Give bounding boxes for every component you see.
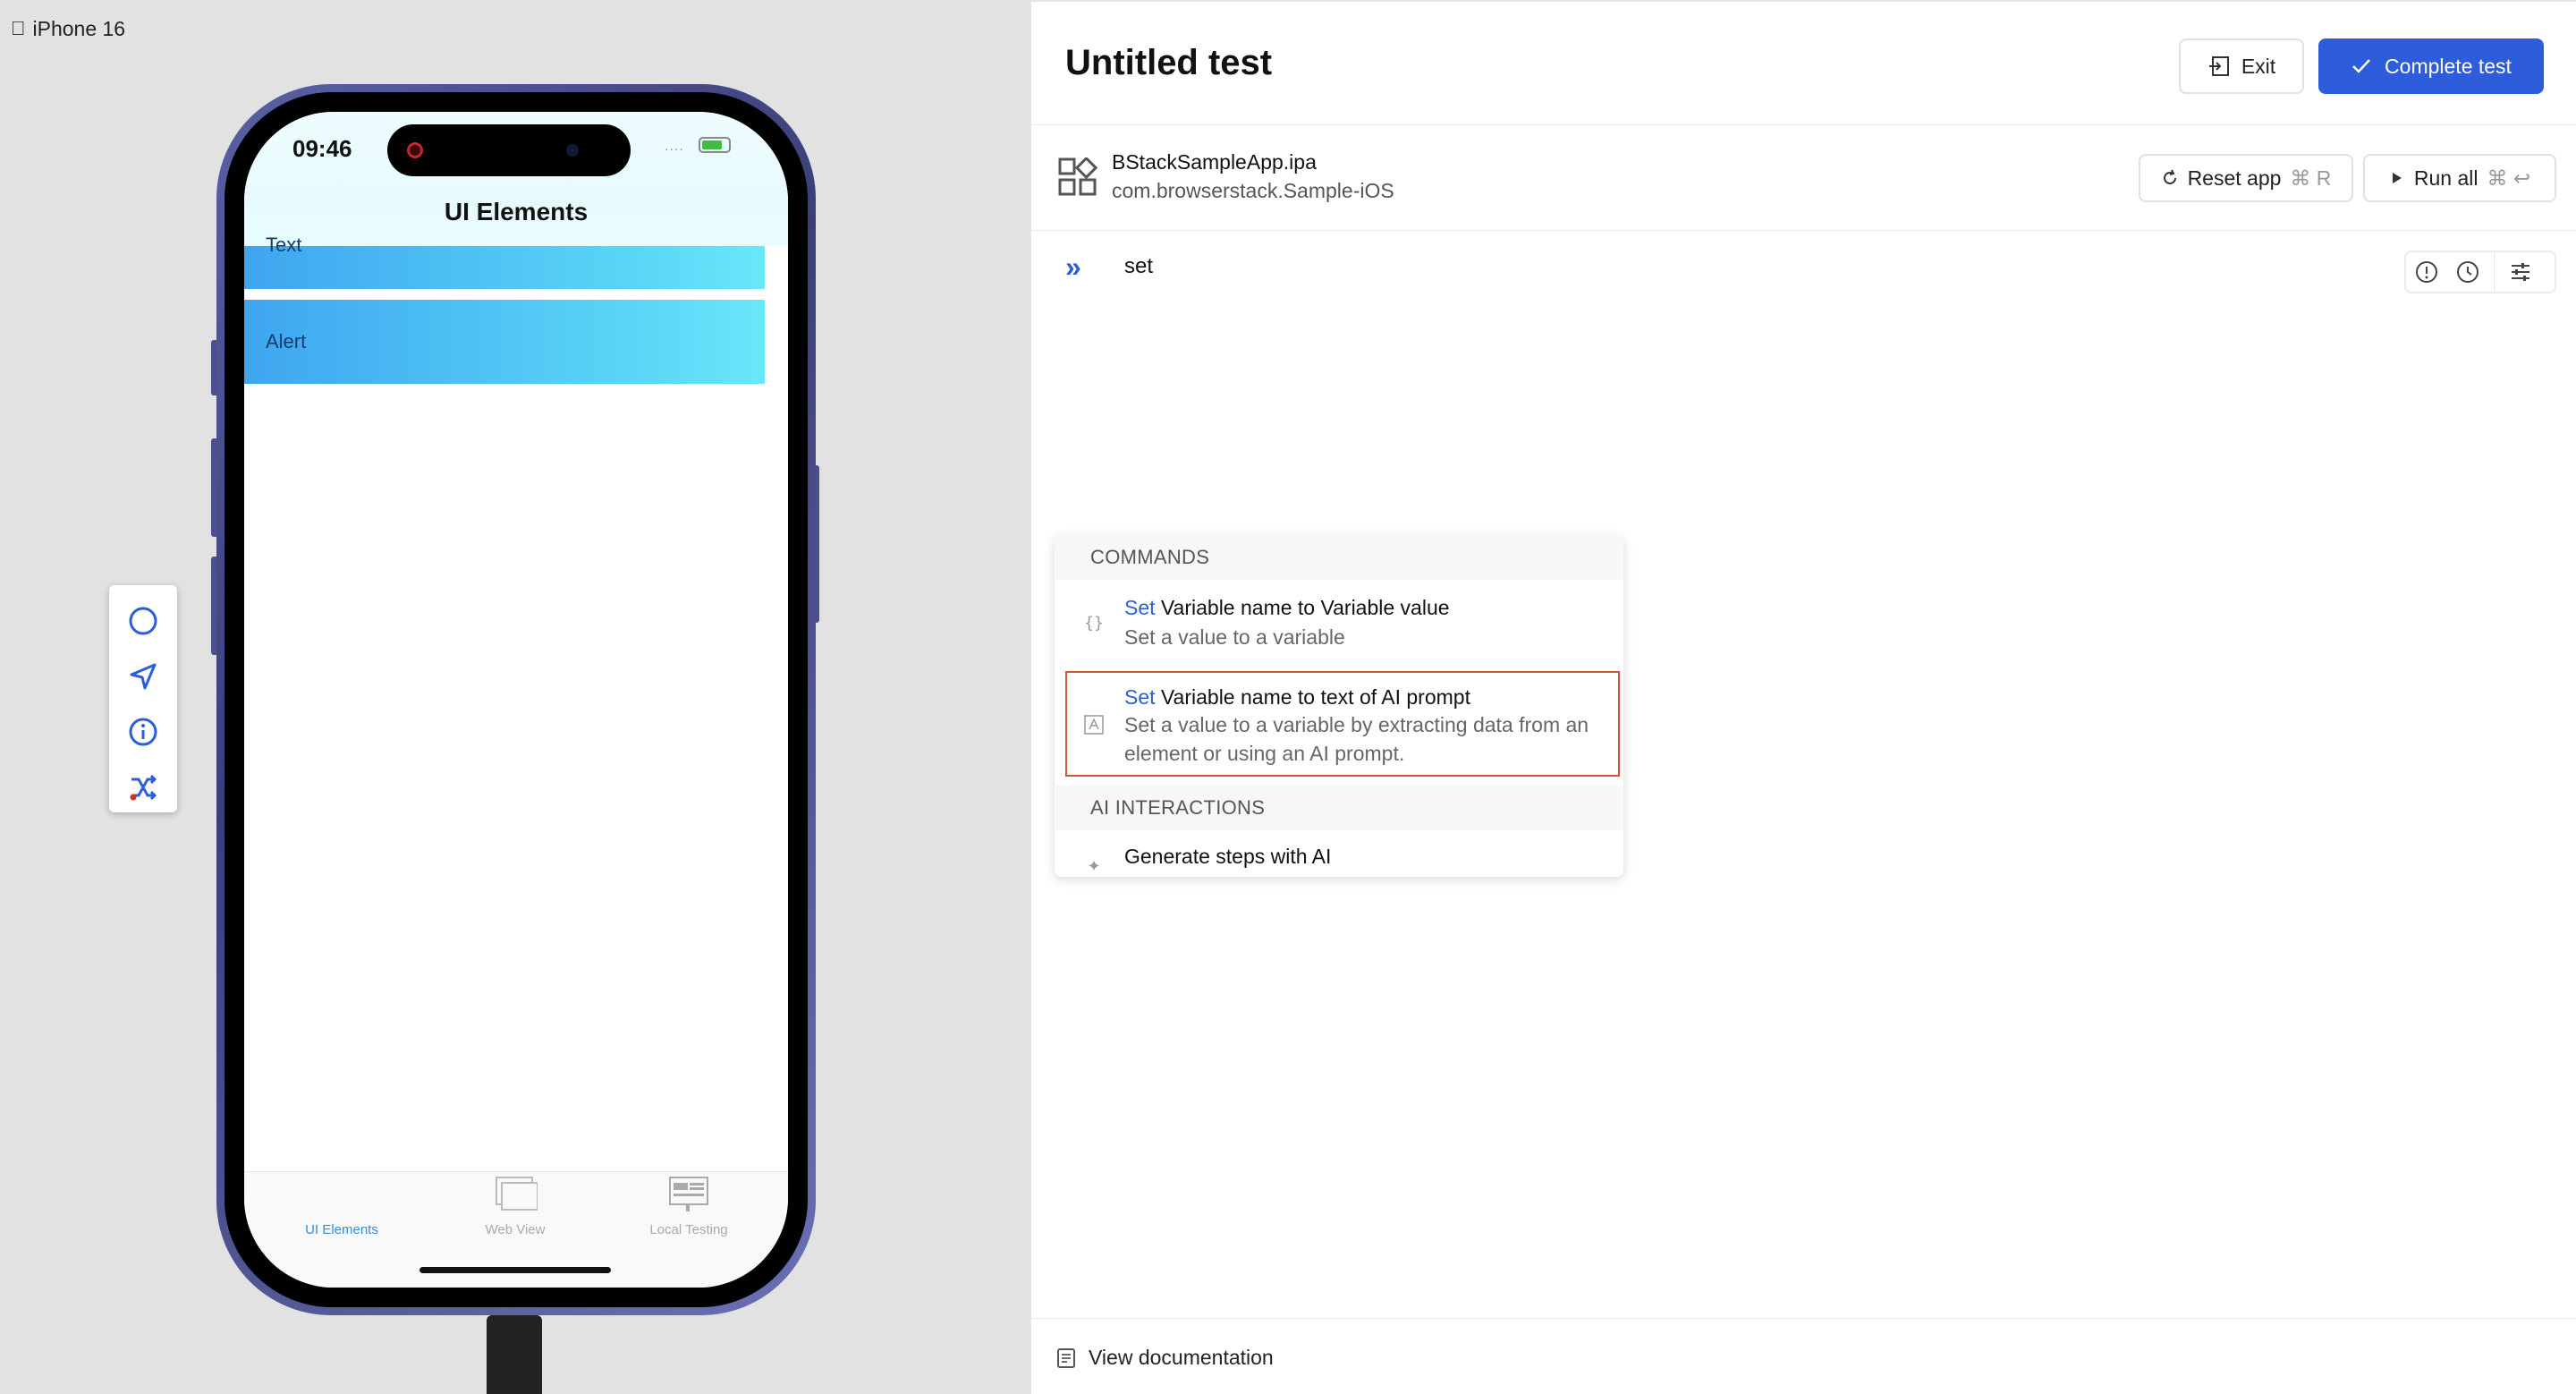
status-time: 09:46 xyxy=(292,135,352,162)
usb-cable xyxy=(487,1315,542,1394)
send-icon xyxy=(130,663,157,690)
nav-title: UI Elements xyxy=(444,198,589,225)
exit-label: Exit xyxy=(2241,54,2276,78)
exit-button[interactable]: Exit xyxy=(2179,38,2304,94)
shuffle-button[interactable] xyxy=(125,769,161,805)
device-info-button[interactable] xyxy=(125,714,161,750)
refresh-icon xyxy=(2163,169,2176,184)
apple-icon:  xyxy=(11,17,26,40)
double-chevron-right-icon: » xyxy=(1065,251,1081,283)
command-set-variable-ai-prompt[interactable]: Set Variable name to text of AI prompt S… xyxy=(1065,671,1620,777)
command-dropdown: COMMANDS {} Set Variable name to Variabl… xyxy=(1055,535,1623,877)
home-button[interactable] xyxy=(125,603,161,639)
command-title-text: Variable name to text of AI prompt xyxy=(1160,685,1470,709)
command-title: Set Variable name to text of AI prompt xyxy=(1124,685,1470,710)
step-alert-button[interactable] xyxy=(2406,252,2447,292)
command-generate-steps-ai[interactable]: ✦ Generate steps with AI xyxy=(1055,830,1623,877)
tab-local-testing[interactable]: Local Testing xyxy=(602,1172,775,1288)
step-settings-button[interactable] xyxy=(2500,252,2541,292)
play-icon xyxy=(2392,173,2402,183)
circle-icon xyxy=(129,607,157,635)
info-icon xyxy=(129,718,157,746)
list-item-label: Text xyxy=(266,234,302,256)
braces-icon: {} xyxy=(1084,613,1104,633)
apps-grid-icon xyxy=(1058,157,1097,196)
section-ai-interactions: AI INTERACTIONS xyxy=(1055,786,1623,830)
app-bundle-id: com.browserstack.Sample-iOS xyxy=(1112,179,1394,202)
complete-label: Complete test xyxy=(2385,54,2512,78)
ui-elements-tab-icon xyxy=(318,1176,364,1213)
web-view-tab-icon xyxy=(496,1177,538,1211)
reset-label: Reset app xyxy=(2187,166,2282,190)
local-testing-tab-icon xyxy=(669,1177,708,1211)
recording-indicator-icon xyxy=(407,142,423,158)
section-commands: COMMANDS xyxy=(1055,535,1623,580)
clock-icon xyxy=(2457,261,2479,283)
document-icon xyxy=(1057,1347,1075,1368)
command-keyword: Set xyxy=(1124,596,1156,619)
tab-ui-elements[interactable]: UI Elements xyxy=(255,1172,428,1288)
tab-label: UI Elements xyxy=(305,1222,378,1237)
battery-icon xyxy=(699,137,731,153)
app-name: BStackSampleApp.ipa xyxy=(1112,150,1317,174)
device-tool-palette xyxy=(109,585,177,812)
page-title[interactable]: Untitled test xyxy=(1065,43,1272,83)
run-shortcut: ⌘ ↩ xyxy=(2487,166,2531,190)
device-name: iPhone 16 xyxy=(18,16,126,40)
reset-app-button[interactable]: Reset app ⌘ R xyxy=(2139,154,2353,202)
reset-shortcut: ⌘ R xyxy=(2290,166,2332,190)
test-editor: Untitled test Exit Complete test BStackS… xyxy=(1030,0,2576,1394)
command-title: Generate steps with AI xyxy=(1124,845,1332,868)
status-bar: 09:46 .... xyxy=(244,112,788,210)
phone-frame: 09:46 .... UI Elements Text Alert UI Ele… xyxy=(216,84,816,1315)
exit-icon xyxy=(2208,56,2229,76)
sparkle-icon: ✦ xyxy=(1087,856,1101,875)
device-label:  iPhone 16 xyxy=(11,13,125,45)
divider xyxy=(2494,252,2495,292)
step-command-input[interactable]: set xyxy=(1124,254,1153,279)
command-description: Set a value to a variable xyxy=(1124,625,1345,649)
complete-test-button[interactable]: Complete test xyxy=(2318,38,2544,94)
command-title-text: Variable name to Variable value xyxy=(1160,596,1450,619)
command-set-variable-value[interactable]: {} Set Variable name to Variable value S… xyxy=(1055,580,1623,664)
run-label: Run all xyxy=(2413,166,2479,190)
step-tools xyxy=(2404,251,2556,293)
list-item-alert[interactable]: Alert xyxy=(244,300,765,384)
step-row: » set COMMANDS {} Set Variable name to V… xyxy=(1031,231,2576,877)
home-indicator[interactable] xyxy=(419,1267,611,1273)
alert-circle-icon xyxy=(2416,261,2437,283)
step-wait-button[interactable] xyxy=(2447,252,2488,292)
shuffle-icon xyxy=(130,774,157,801)
editor-footer: View documentation xyxy=(1031,1318,2576,1394)
camera-lens-icon xyxy=(566,144,579,157)
phone-bezel: 09:46 .... UI Elements Text Alert UI Ele… xyxy=(225,92,808,1307)
command-keyword: Set xyxy=(1124,685,1156,709)
device-panel:  iPhone 16 09:46 .... UI Elements xyxy=(0,0,1030,1394)
tab-label: Web View xyxy=(485,1222,546,1237)
dynamic-island xyxy=(387,124,631,176)
doc-link-label: View documentation xyxy=(1089,1346,1274,1369)
command-description: Set a value to a variable by extracting … xyxy=(1124,713,1589,765)
editor-header: Untitled test Exit Complete test xyxy=(1031,0,2576,125)
device-screen[interactable]: 09:46 .... UI Elements Text Alert UI Ele… xyxy=(244,112,788,1288)
signal-icon: .... xyxy=(665,139,684,154)
view-documentation-link[interactable]: View documentation xyxy=(1056,1346,1274,1370)
tab-label: Local Testing xyxy=(649,1222,728,1237)
app-info-row: BStackSampleApp.ipa com.browserstack.Sam… xyxy=(1031,125,2576,231)
list-item-text[interactable]: Text xyxy=(244,234,765,289)
list-item-label: Alert xyxy=(266,330,307,353)
check-icon xyxy=(2352,59,2370,73)
sliders-icon xyxy=(2512,263,2529,281)
location-button[interactable] xyxy=(125,659,161,694)
run-all-button[interactable]: Run all ⌘ ↩ xyxy=(2363,154,2556,202)
ai-text-icon xyxy=(1083,714,1105,735)
command-title: Set Variable name to Variable value xyxy=(1124,596,1450,620)
